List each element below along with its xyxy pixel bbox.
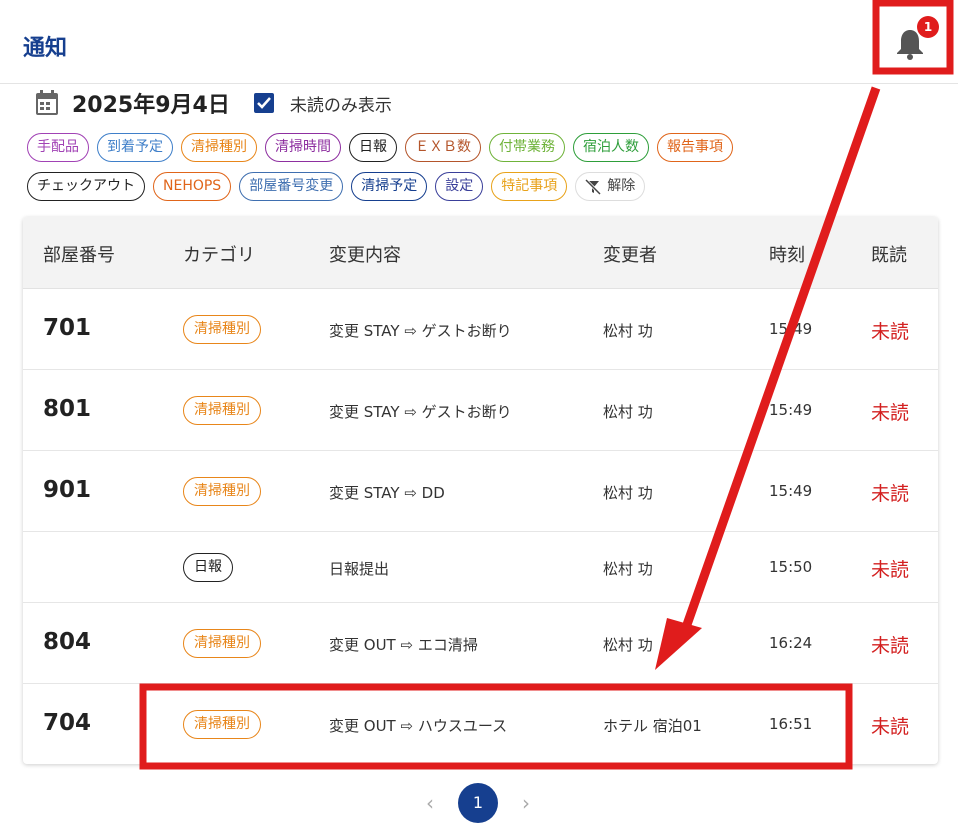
filter-chip[interactable]: 報告事項	[657, 133, 733, 162]
read-status[interactable]: 未読	[871, 479, 909, 506]
filter-chip[interactable]: 日報	[349, 133, 397, 162]
column-header: 変更内容	[329, 245, 401, 266]
column-header: 時刻	[769, 245, 805, 266]
category-badge: 清掃種別	[183, 314, 261, 344]
column-header: カテゴリ	[183, 245, 255, 266]
filter-chip-row: 手配品 到着予定 清掃種別 清掃時間 日報 ＥＸＢ数 付帯業務 宿泊人数 報告事項	[27, 133, 927, 162]
table-row[interactable]: 701 清掃種別 変更 STAY ⇨ ゲストお断り 松村 功 15:49 未読	[23, 289, 938, 370]
filter-chip[interactable]: 部屋番号変更	[239, 172, 344, 201]
pagination: ‹ 1 ›	[420, 783, 536, 823]
changed-by: 松村 功	[603, 635, 653, 654]
change-time: 15:49	[769, 481, 813, 500]
filter-off-icon	[585, 178, 602, 195]
table-body: 701 清掃種別 変更 STAY ⇨ ゲストお断り 松村 功 15:49 未読 801 清掃種…	[23, 289, 938, 764]
table-row[interactable]: 804 清掃種別 変更 OUT ⇨ エコ清掃 松村 功 16:24 未読	[23, 603, 938, 684]
filter-chip[interactable]: NEHOPS	[153, 172, 232, 201]
filter-chip[interactable]: チェックアウト	[27, 172, 145, 201]
category-badge: 清掃種別	[183, 395, 261, 425]
app-header: 通知 1	[0, 0, 958, 84]
filter-chip[interactable]: 宿泊人数	[573, 133, 649, 162]
category-filter-chips: 手配品 到着予定 清掃種別 清掃時間 日報 ＥＸＢ数 付帯業務 宿泊人数 報告事項 チェックアウ…	[27, 133, 927, 211]
filter-chip[interactable]: 特記事項	[491, 172, 568, 201]
change-content: 変更 OUT ⇨ エコ清掃	[329, 635, 478, 654]
changed-by: 松村 功	[603, 559, 653, 578]
filter-chip[interactable]: 到着予定	[97, 133, 173, 162]
change-content: 変更 STAY ⇨ ゲストお断り	[329, 321, 512, 340]
changed-by: 松村 功	[603, 483, 653, 502]
change-content: 変更 OUT ⇨ ハウスユース	[329, 716, 508, 735]
category-badge: 清掃種別	[183, 476, 261, 506]
column-header: 部屋番号	[43, 245, 115, 266]
read-status[interactable]: 未読	[871, 398, 909, 425]
filter-chip[interactable]: 清掃種別	[181, 133, 257, 162]
table-row[interactable]: 801 清掃種別 変更 STAY ⇨ ゲストお断り 松村 功 15:49 未読	[23, 370, 938, 451]
column-header: 変更者	[603, 245, 657, 266]
prev-page-button[interactable]: ‹	[420, 791, 440, 815]
check-icon	[256, 97, 271, 109]
table-header: 部屋番号 カテゴリ 変更内容 変更者 時刻 既読	[23, 217, 938, 289]
filter-chip[interactable]: 清掃予定	[351, 172, 428, 201]
filter-chip-row: チェックアウト NEHOPS 部屋番号変更 清掃予定 設定 特記事項 解除	[27, 172, 927, 201]
room-number: 804	[43, 628, 92, 655]
filter-chip[interactable]: 清掃時間	[265, 133, 341, 162]
selected-date[interactable]: 2025年9月4日	[72, 87, 230, 119]
table-row[interactable]: 704 清掃種別 変更 OUT ⇨ ハウスユース ホテル 宿泊01 16:51 未読	[23, 684, 938, 764]
table-row[interactable]: 901 清掃種別 変更 STAY ⇨ DD 松村 功 15:49 未読	[23, 451, 938, 532]
unread-only-label[interactable]: 未読のみ表示	[290, 91, 392, 116]
unread-only-checkbox[interactable]	[253, 93, 274, 113]
changed-by: 松村 功	[603, 321, 653, 340]
room-number: 704	[43, 709, 92, 736]
category-badge: 清掃種別	[183, 628, 261, 658]
filter-chip[interactable]: 設定	[435, 172, 484, 201]
room-number: 801	[43, 395, 92, 422]
notification-table: 部屋番号 カテゴリ 変更内容 変更者 時刻 既読 701 清掃種別 変更 STAY ⇨ ゲスト…	[23, 217, 938, 764]
category-badge: 清掃種別	[183, 709, 261, 739]
category-badge: 日報	[183, 552, 233, 582]
filter-clear-button[interactable]: 解除	[575, 172, 646, 201]
changed-by: ホテル 宿泊01	[603, 716, 702, 735]
filter-chip[interactable]: ＥＸＢ数	[405, 133, 481, 162]
notification-count-badge: 1	[917, 16, 939, 38]
read-status[interactable]: 未読	[871, 631, 909, 658]
changed-by: 松村 功	[603, 402, 653, 421]
table-row[interactable]: 日報 日報提出 松村 功 15:50 未読	[23, 532, 938, 603]
read-status[interactable]: 未読	[871, 317, 909, 344]
page-title: 通知	[23, 36, 68, 61]
page-1-button[interactable]: 1	[458, 783, 498, 823]
date-toolbar: 2025年9月4日 未読のみ表示	[34, 88, 392, 118]
filter-clear-label: 解除	[607, 178, 636, 194]
room-number: 901	[43, 476, 92, 503]
read-status[interactable]: 未読	[871, 555, 909, 582]
column-header: 既読	[871, 245, 907, 266]
change-time: 15:50	[769, 557, 813, 576]
change-time: 15:49	[769, 319, 813, 338]
change-time: 16:24	[769, 633, 813, 652]
room-number: 701	[43, 314, 92, 341]
notification-bell-button[interactable]: 1	[890, 16, 939, 64]
filter-chip[interactable]: 手配品	[27, 133, 89, 162]
change-time: 16:51	[769, 714, 813, 733]
change-content: 変更 STAY ⇨ ゲストお断り	[329, 402, 512, 421]
change-content: 変更 STAY ⇨ DD	[329, 483, 445, 502]
change-time: 15:49	[769, 400, 813, 419]
calendar-icon[interactable]	[34, 89, 60, 117]
next-page-button[interactable]: ›	[516, 791, 536, 815]
change-content: 日報提出	[329, 559, 390, 578]
filter-chip[interactable]: 付帯業務	[489, 133, 565, 162]
read-status[interactable]: 未読	[871, 712, 909, 739]
